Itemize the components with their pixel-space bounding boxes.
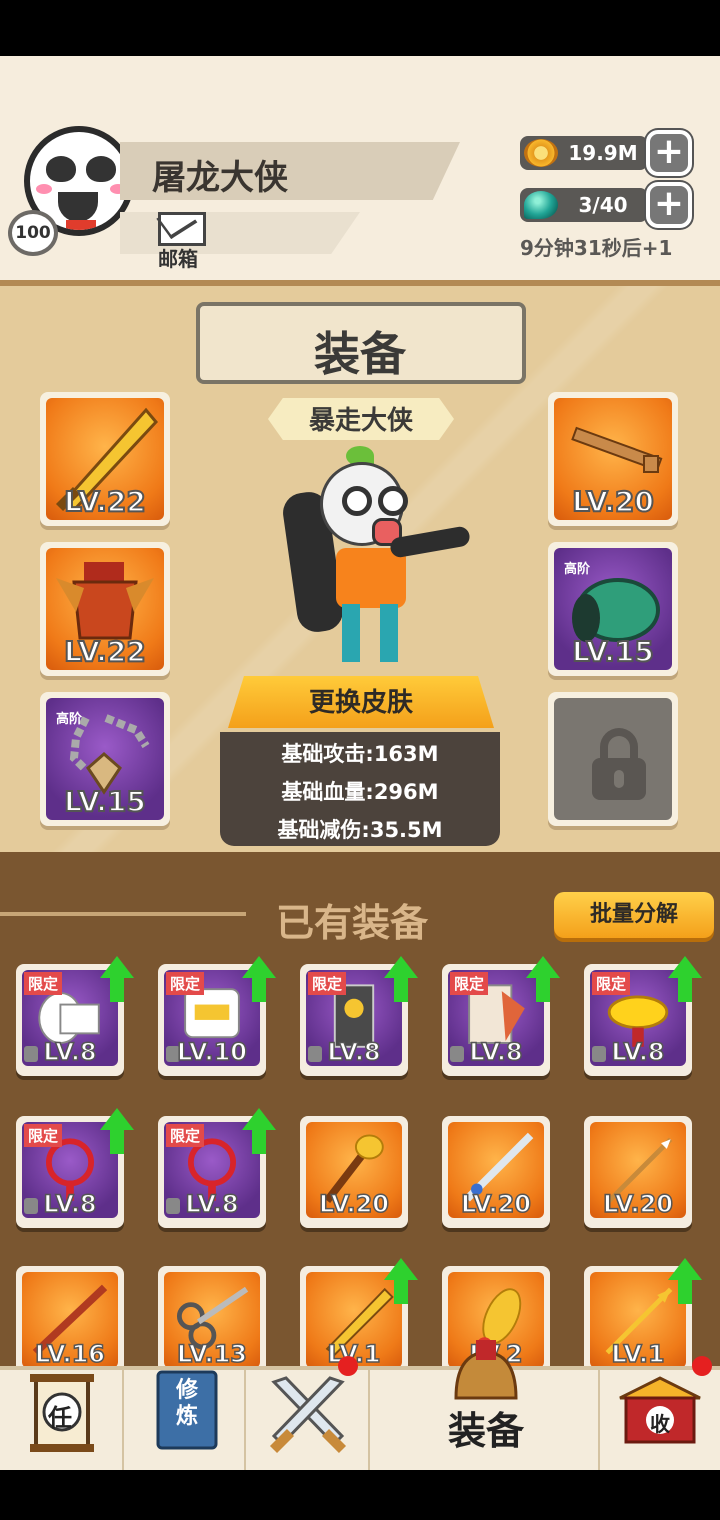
owned-equipment-title: 已有装备	[276, 901, 429, 945]
item-level: LV.8	[469, 1037, 524, 1067]
character-figure	[280, 446, 472, 672]
item-level: LV.20	[602, 1189, 673, 1219]
item-level: LV.8	[327, 1037, 382, 1067]
stat-defense: 基础减伤:35.5M	[277, 818, 443, 842]
slot-level: LV.20	[571, 484, 655, 519]
equip-slot-locked[interactable]	[548, 692, 678, 826]
avatar-mouth	[58, 192, 98, 222]
equip-slot-armor[interactable]: LV.22	[40, 542, 170, 676]
equip-slot-accessory[interactable]: LV.20	[548, 392, 678, 526]
avatar-eye	[46, 156, 76, 182]
add-energy-button[interactable]: +	[646, 182, 692, 228]
limited-tag: 限定	[308, 972, 347, 995]
upgrade-arrow-icon	[668, 956, 702, 1004]
owned-item[interactable]: LV.20	[442, 1116, 550, 1228]
item-level: LV.20	[318, 1189, 389, 1219]
gem-icon	[524, 191, 558, 219]
crossed-swords-icon	[269, 1376, 347, 1454]
coin-value: 19.9M	[568, 141, 638, 165]
slot-level: LV.22	[63, 634, 147, 669]
status-bar	[0, 0, 720, 56]
upgrade-arrow-icon	[242, 1108, 276, 1156]
limited-tag: 限定	[166, 1124, 205, 1147]
item-level: LV.16	[34, 1339, 105, 1369]
owned-item[interactable]: LV.13	[158, 1266, 266, 1378]
avatar-blush	[36, 184, 52, 194]
slot-level: LV.15	[63, 784, 147, 819]
owned-item[interactable]: LV.20	[584, 1116, 692, 1228]
owned-item[interactable]: LV.16	[16, 1266, 124, 1378]
upgrade-arrow-icon	[526, 956, 560, 1004]
nav-collection[interactable]: 收	[600, 1356, 720, 1470]
nav-tasks-label: 任	[48, 1404, 72, 1432]
divider	[0, 912, 246, 916]
character-title: 暴走大侠	[308, 406, 413, 436]
limited-tag: 限定	[24, 1124, 63, 1147]
item-level: LV.20	[460, 1189, 531, 1219]
batch-decompose-button[interactable]: 批量分解	[554, 892, 714, 938]
energy-timer: 9分钟31秒后+1	[520, 236, 673, 260]
limited-tag: 限定	[166, 972, 205, 995]
item-level: LV.1	[611, 1339, 666, 1369]
stat-attack: 基础攻击:163M	[281, 742, 439, 766]
add-coins-button[interactable]: +	[646, 130, 692, 176]
stat-hp: 基础血量:296M	[281, 780, 439, 804]
avatar-eye	[86, 156, 116, 182]
limited-tag: 限定	[592, 972, 631, 995]
energy-counter: 3/40	[520, 188, 648, 222]
equipment-title: 装备	[314, 327, 406, 381]
nav-equipment-label: 装备	[448, 1409, 525, 1453]
coin-counter: 19.9M	[520, 136, 648, 170]
equip-slot-bracer[interactable]: 高阶 LV.15	[548, 542, 678, 676]
item-level: LV.8	[611, 1037, 666, 1067]
player-level-badge: 100	[8, 210, 58, 256]
system-nav-area	[0, 1470, 720, 1520]
item-level: LV.8	[185, 1189, 240, 1219]
nav-equipment[interactable]: 装备	[370, 1340, 600, 1470]
nav-tasks[interactable]: 任	[0, 1370, 124, 1470]
limited-tag: 限定	[24, 972, 63, 995]
equip-slot-necklace[interactable]: 高阶 LV.15	[40, 692, 170, 826]
equip-slot-weapon[interactable]: LV.22	[40, 392, 170, 526]
upgrade-arrow-icon	[668, 1258, 702, 1306]
player-name: 屠龙大侠	[152, 158, 288, 198]
notification-dot	[692, 1356, 712, 1376]
mail-icon[interactable]	[158, 212, 206, 246]
upgrade-arrow-icon	[384, 956, 418, 1004]
nav-cultivate[interactable]: 修炼	[124, 1370, 246, 1470]
upgrade-arrow-icon	[242, 956, 276, 1004]
item-level: LV.13	[176, 1339, 247, 1369]
notification-dot	[338, 1356, 358, 1376]
nav-battle[interactable]	[246, 1356, 370, 1470]
item-level: LV.8	[43, 1189, 98, 1219]
item-level: LV.10	[176, 1037, 247, 1067]
upgrade-arrow-icon	[384, 1258, 418, 1306]
limited-tag: 限定	[450, 972, 489, 995]
nav-cultivate-label: 修炼	[176, 1378, 199, 1429]
change-skin-button[interactable]: 更换皮肤	[228, 682, 494, 719]
avatar-scarf	[66, 220, 96, 230]
slot-level: LV.22	[63, 484, 147, 519]
lock-icon	[592, 728, 646, 800]
slot-level: LV.15	[571, 634, 655, 669]
energy-value: 3/40	[578, 193, 628, 217]
coin-icon	[524, 139, 558, 167]
nav-collection-label: 收	[650, 1412, 670, 1436]
item-level: LV.8	[43, 1037, 98, 1067]
upgrade-arrow-icon	[100, 956, 134, 1004]
owned-item[interactable]: LV.20	[300, 1116, 408, 1228]
mail-label[interactable]: 邮箱	[158, 243, 198, 272]
tier-label: 高阶	[564, 562, 591, 577]
tier-label: 高阶	[56, 712, 83, 727]
upgrade-arrow-icon	[100, 1108, 134, 1156]
